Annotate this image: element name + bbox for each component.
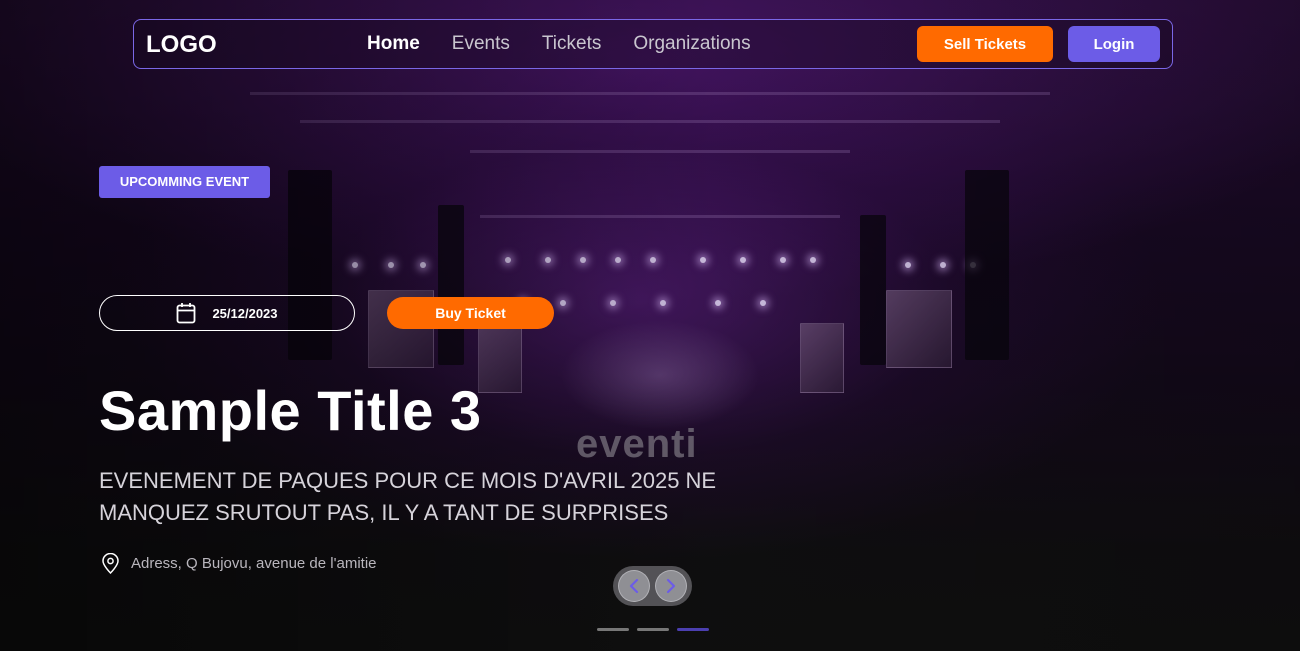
hero-content: LOGO Home Events Tickets Organizations S… — [0, 0, 1300, 651]
nav-link-home[interactable]: Home — [367, 33, 420, 55]
top-navbar: LOGO Home Events Tickets Organizations S… — [133, 19, 1173, 69]
carousel-dot[interactable] — [597, 628, 629, 631]
nav-link-organizations[interactable]: Organizations — [633, 33, 750, 55]
carousel-dot[interactable] — [637, 628, 669, 631]
nav-link-events[interactable]: Events — [452, 33, 510, 55]
carousel-dot[interactable] — [677, 628, 709, 631]
event-date: 25/12/2023 — [212, 305, 278, 321]
upcoming-event-badge: UPCOMMING EVENT — [99, 166, 270, 198]
login-button[interactable]: Login — [1068, 26, 1160, 62]
event-title: Sample Title 3 — [99, 379, 482, 442]
nav-link-tickets[interactable]: Tickets — [542, 33, 601, 55]
buy-ticket-button[interactable]: Buy Ticket — [387, 297, 554, 329]
sell-tickets-button[interactable]: Sell Tickets — [917, 26, 1053, 62]
event-subtitle: EVENEMENT DE PAQUES POUR CE MOIS D'AVRIL… — [99, 468, 717, 525]
calendar-icon — [177, 303, 196, 324]
carousel-controls — [613, 566, 692, 606]
event-date-pill: 25/12/2023 — [99, 295, 355, 331]
nav-links: Home Events Tickets Organizations — [367, 33, 783, 55]
chevron-left-icon — [629, 578, 639, 594]
carousel-indicators — [597, 628, 709, 631]
event-address: Adress, Q Bujovu, avenue de l'amitie — [101, 553, 377, 574]
carousel-prev-button[interactable] — [618, 570, 650, 602]
address-text: Adress, Q Bujovu, avenue de l'amitie — [131, 555, 377, 572]
carousel-next-button[interactable] — [655, 570, 687, 602]
map-pin-icon — [102, 553, 119, 574]
logo[interactable]: LOGO — [146, 31, 217, 59]
chevron-right-icon — [666, 578, 676, 594]
